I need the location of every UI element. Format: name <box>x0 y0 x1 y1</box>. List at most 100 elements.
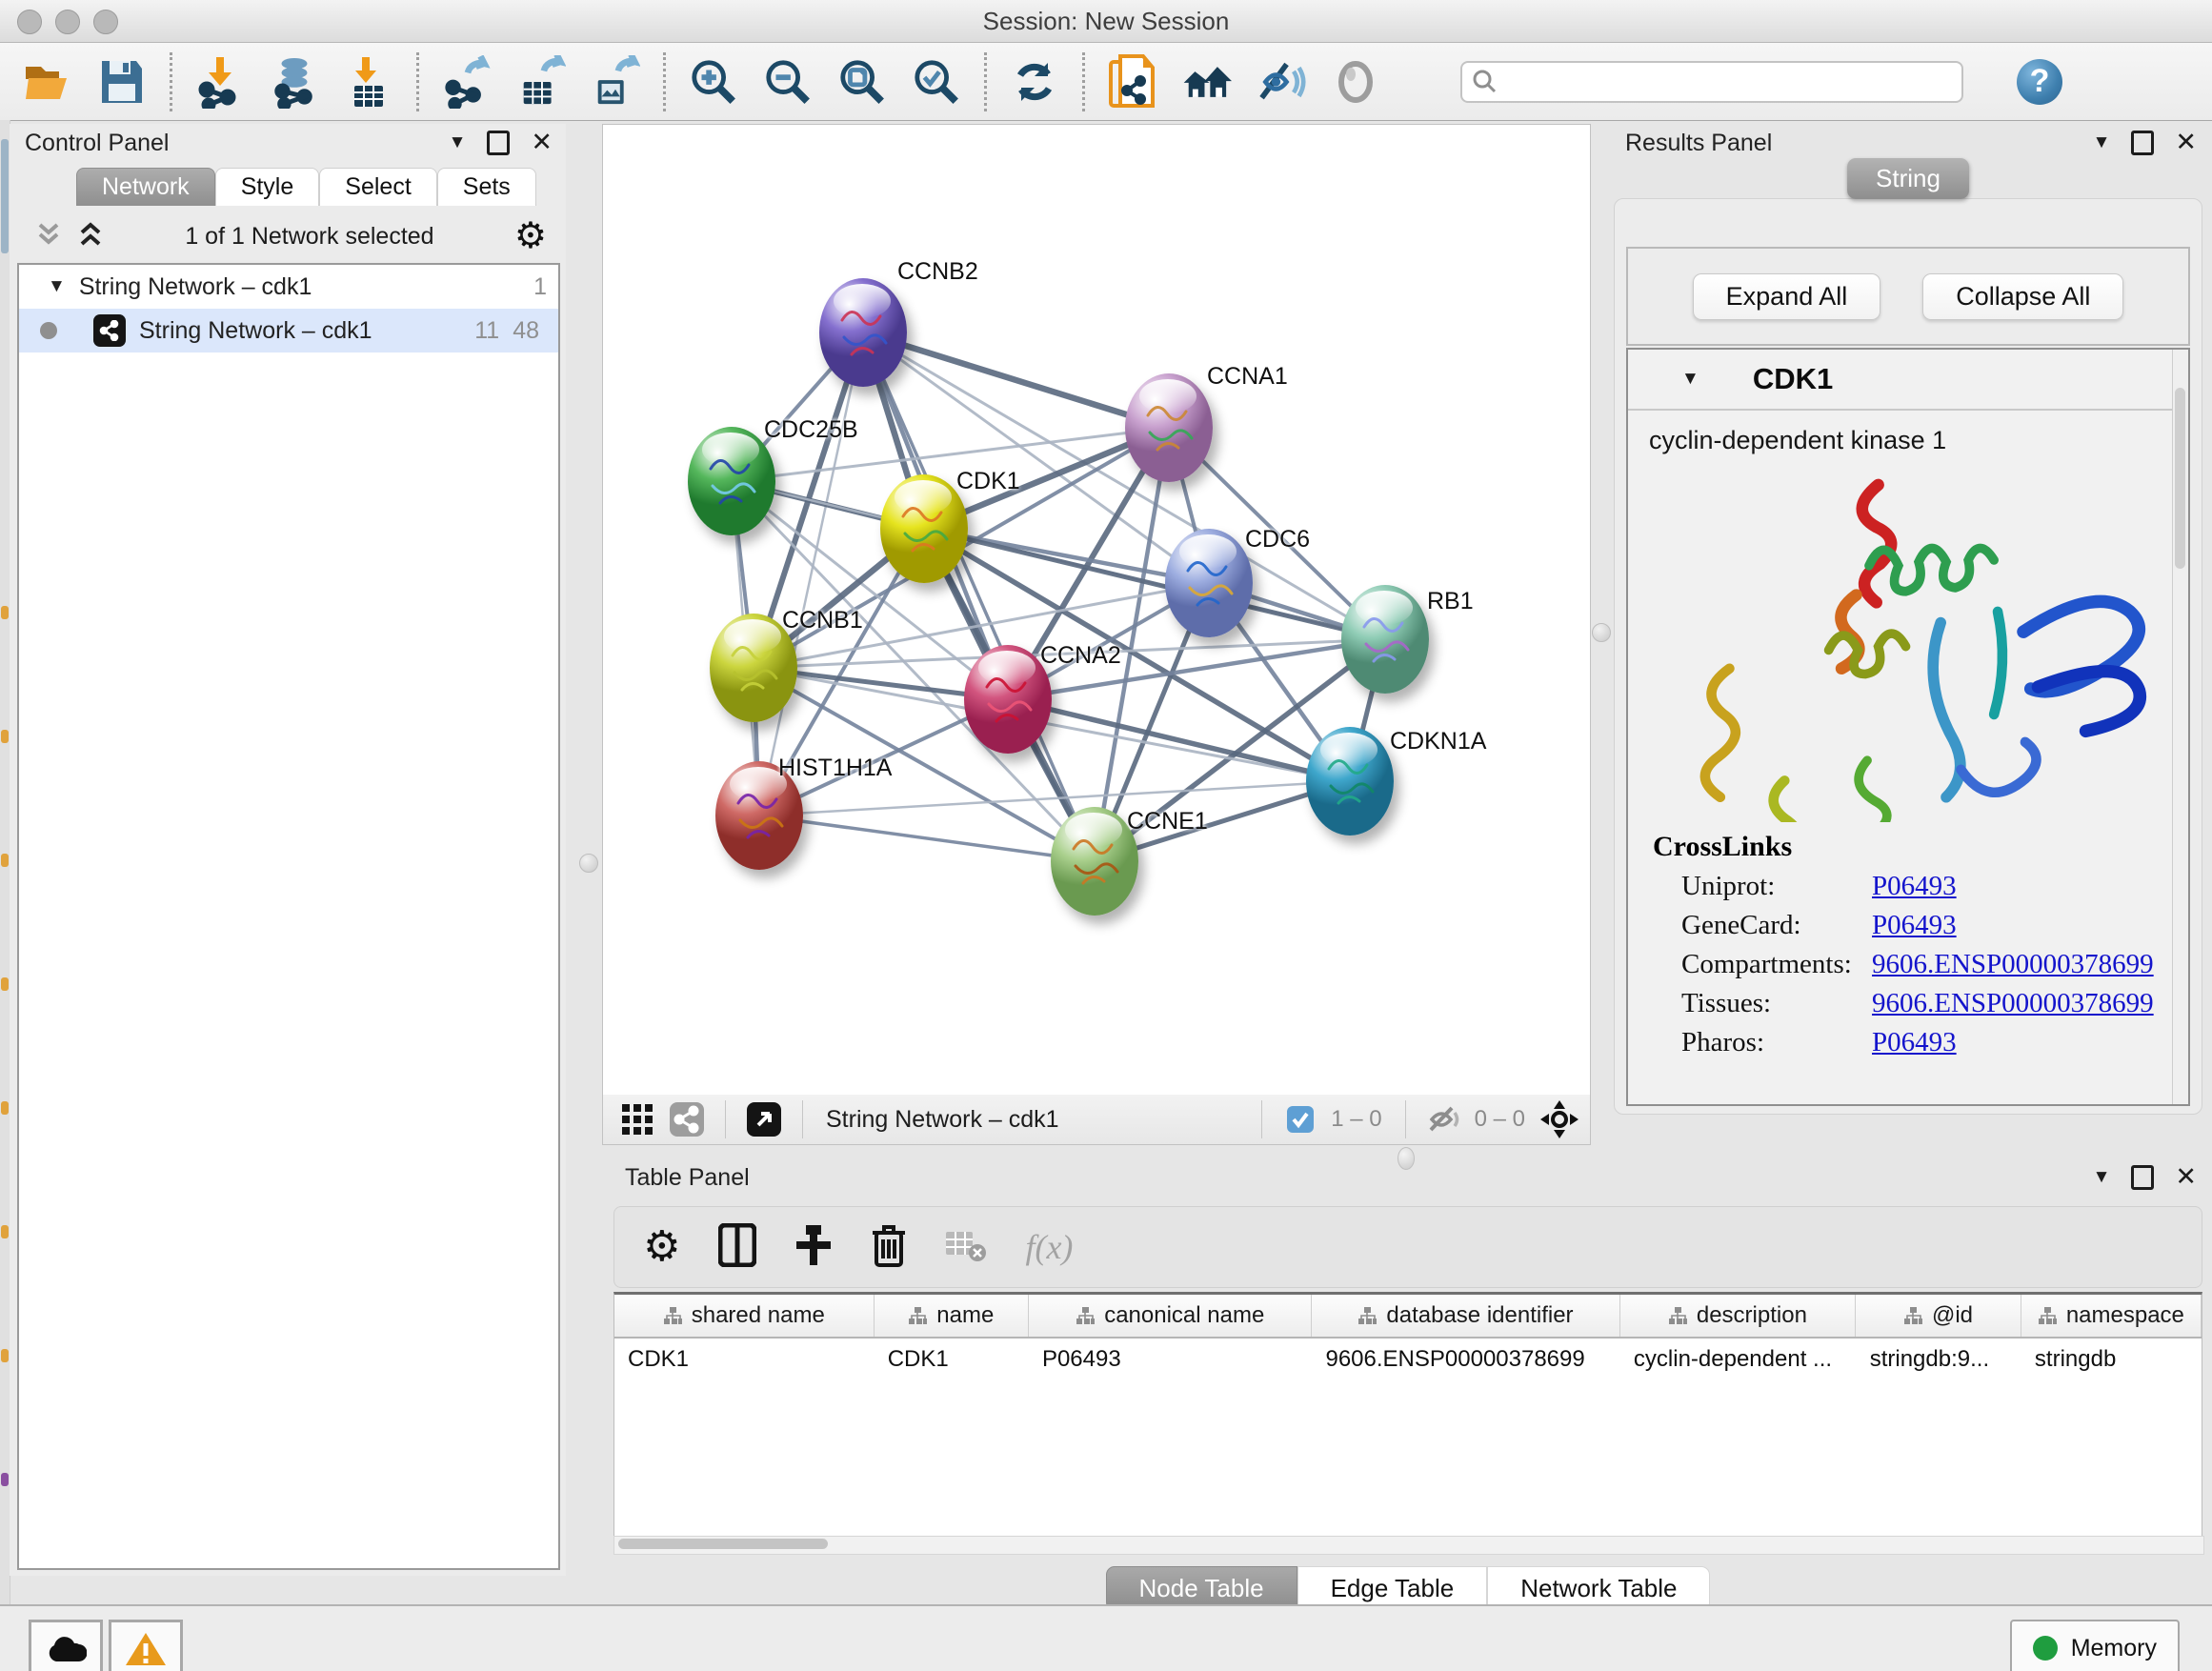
node-CDC6[interactable] <box>1165 529 1253 637</box>
zoom-out-icon[interactable] <box>763 57 813 107</box>
results-panel-close-icon[interactable]: ✕ <box>2175 130 2197 155</box>
warning-status-button[interactable] <box>109 1620 183 1671</box>
show-graphics-details-icon[interactable] <box>1331 57 1380 107</box>
protein-structure-image <box>1638 451 2152 822</box>
column-header-name[interactable]: name <box>875 1295 1030 1337</box>
column-header-description[interactable]: description <box>1620 1295 1857 1337</box>
collapse-all-button[interactable]: Collapse All <box>1922 273 2123 320</box>
node-RB1[interactable] <box>1341 585 1429 694</box>
tab-string[interactable]: String <box>1847 158 1969 199</box>
left-splitter-handle[interactable] <box>579 854 598 873</box>
tissues-link[interactable]: 9606.ENSP00000378699 <box>1872 988 2154 1019</box>
selected-checkbox-icon[interactable] <box>1281 1100 1319 1138</box>
cell-canonical-name[interactable]: P06493 <box>1029 1346 1313 1373</box>
expand-all-networks-icon[interactable] <box>76 221 105 252</box>
gene-expander-icon[interactable]: ▼ <box>1681 369 1699 390</box>
export-network-icon[interactable] <box>442 57 492 107</box>
collapse-all-networks-icon[interactable] <box>34 221 63 252</box>
save-session-icon[interactable] <box>97 57 147 107</box>
column-header-canonical-name[interactable]: canonical name <box>1029 1295 1312 1337</box>
compartments-link[interactable]: 9606.ENSP00000378699 <box>1872 949 2154 980</box>
collection-expander-icon[interactable]: ▼ <box>48 276 66 297</box>
results-scrollbar[interactable] <box>2172 350 2188 1104</box>
node-table: shared name name canonical name database… <box>613 1292 2202 1539</box>
delete-column-icon[interactable] <box>871 1223 907 1272</box>
node-CDC25B[interactable] <box>688 427 775 535</box>
expand-all-button[interactable]: Expand All <box>1693 273 1881 320</box>
birdseye-toggle-icon[interactable] <box>1540 1100 1579 1138</box>
uniprot-link[interactable]: P06493 <box>1872 871 1957 902</box>
add-column-icon[interactable] <box>794 1223 833 1272</box>
results-panel-float-icon[interactable] <box>2131 131 2154 155</box>
help-button[interactable]: ? <box>2017 59 2062 105</box>
tab-style[interactable]: Style <box>215 168 320 206</box>
network-options-gear-icon[interactable]: ⚙ <box>514 218 547 254</box>
tab-sets[interactable]: Sets <box>437 168 536 206</box>
results-panel-menu-icon[interactable]: ▼ <box>2093 132 2111 153</box>
table-settings-gear-icon[interactable]: ⚙ <box>643 1226 680 1268</box>
cell-shared-name[interactable]: CDK1 <box>614 1346 875 1373</box>
network-canvas[interactable]: CCNB2 CCNA1 CDC25B CDK1 CDC6 RB1 <box>602 124 1591 1096</box>
table-panel-float-icon[interactable] <box>2131 1165 2154 1190</box>
function-builder-icon[interactable]: f(x) <box>1025 1227 1073 1267</box>
zoom-fit-icon[interactable] <box>837 57 887 107</box>
zoom-selected-icon[interactable] <box>912 57 961 107</box>
control-panel-menu-icon[interactable]: ▼ <box>449 132 467 153</box>
export-table-icon[interactable] <box>516 57 566 107</box>
tab-select[interactable]: Select <box>319 168 436 206</box>
node-CCNE1[interactable] <box>1051 807 1138 916</box>
node-label-CCNE1: CCNE1 <box>1127 808 1208 836</box>
table-hscrollbar[interactable] <box>613 1536 2204 1555</box>
import-network-database-icon[interactable] <box>270 57 319 107</box>
node-CCNA2[interactable] <box>964 645 1052 754</box>
share-network-document-icon[interactable] <box>1108 57 1157 107</box>
memory-button[interactable]: Memory <box>2010 1620 2180 1671</box>
node-CDK1[interactable] <box>880 474 968 583</box>
cell--id[interactable]: stringdb:9... <box>1857 1346 2021 1373</box>
gene-description: cyclin-dependent kinase 1 <box>1628 411 2188 455</box>
grid-view-icon[interactable] <box>618 1100 656 1138</box>
export-image-icon[interactable] <box>591 57 640 107</box>
node-CCNA1[interactable] <box>1125 373 1213 482</box>
open-session-icon[interactable] <box>23 57 72 107</box>
status-bar: Memory <box>0 1604 2212 1671</box>
string-home-icon[interactable] <box>1182 57 1232 107</box>
cell-description[interactable]: cyclin-dependent ... <box>1620 1346 1857 1373</box>
network-row[interactable]: String Network – cdk1 11 48 <box>19 309 558 352</box>
column-header-shared-name[interactable]: shared name <box>614 1295 875 1337</box>
table-row[interactable]: CDK1CDK1P064939606.ENSP00000378699cyclin… <box>614 1339 2202 1380</box>
network-overview-icon[interactable] <box>668 1100 706 1138</box>
open-in-window-icon[interactable] <box>745 1100 783 1138</box>
node-CCNB2[interactable] <box>819 278 907 387</box>
crosslinks-section: CrossLinks Uniprot:P06493 GeneCard:P0649… <box>1628 831 2169 1058</box>
import-table-icon[interactable] <box>344 57 393 107</box>
network-collection-row[interactable]: ▼ String Network – cdk1 1 <box>19 265 558 309</box>
genecard-link[interactable]: P06493 <box>1872 910 1957 941</box>
column-header--id[interactable]: @id <box>1856 1295 2021 1337</box>
show-columns-icon[interactable] <box>718 1223 756 1272</box>
pharos-link[interactable]: P06493 <box>1872 1027 1957 1058</box>
refresh-view-icon[interactable] <box>1010 57 1059 107</box>
hide-glass-details-icon[interactable] <box>1257 57 1306 107</box>
node-label-CDC6: CDC6 <box>1245 526 1310 554</box>
main-toolbar: ? <box>0 43 2212 121</box>
control-panel-close-icon[interactable]: ✕ <box>531 130 553 155</box>
cell-namespace[interactable]: stringdb <box>2021 1346 2202 1373</box>
hidden-eye-icon[interactable] <box>1425 1100 1463 1138</box>
gene-detail-box: ▼ CDK1 cyclin-dependent kinase 1 <box>1626 348 2190 1106</box>
cloud-status-button[interactable] <box>29 1620 103 1671</box>
table-panel-close-icon[interactable]: ✕ <box>2175 1164 2197 1190</box>
zoom-in-icon[interactable] <box>689 57 738 107</box>
delete-table-icon[interactable] <box>945 1228 987 1267</box>
search-input[interactable] <box>1460 61 1963 103</box>
control-panel-float-icon[interactable] <box>487 131 510 155</box>
cell-database-identifier[interactable]: 9606.ENSP00000378699 <box>1312 1346 1619 1373</box>
tab-network[interactable]: Network <box>76 168 215 206</box>
import-network-icon[interactable] <box>195 57 245 107</box>
column-header-namespace[interactable]: namespace <box>2021 1295 2202 1337</box>
table-panel-menu-icon[interactable]: ▼ <box>2093 1167 2111 1188</box>
right-splitter-handle[interactable] <box>1592 623 1611 642</box>
node-CDKN1A[interactable] <box>1306 727 1394 836</box>
cell-name[interactable]: CDK1 <box>875 1346 1029 1373</box>
column-header-database-identifier[interactable]: database identifier <box>1312 1295 1619 1337</box>
